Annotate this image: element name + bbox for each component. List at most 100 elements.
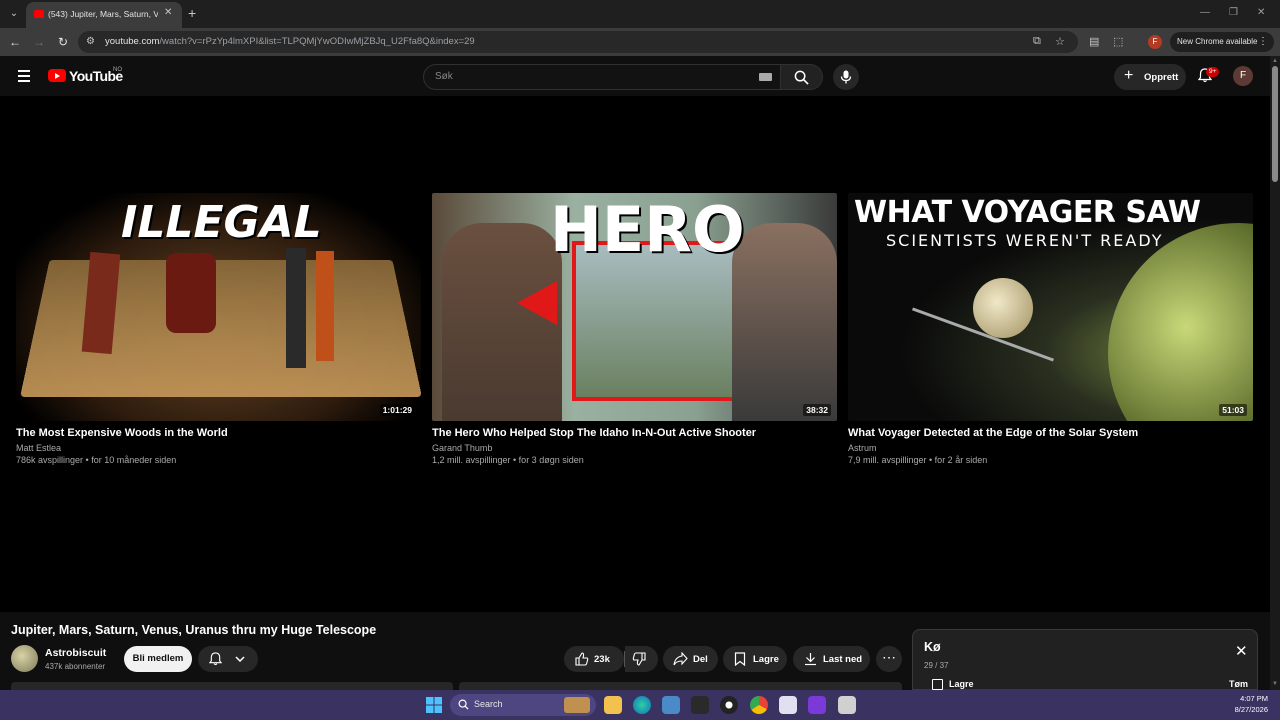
update-chrome-button[interactable]: New Chrome available ⋮	[1170, 32, 1274, 52]
chrome-icon[interactable]	[750, 696, 768, 714]
tab-search-icon[interactable]: ⌄	[6, 6, 22, 22]
minimize-icon[interactable]: —	[1200, 7, 1210, 18]
channel-avatar[interactable]	[11, 645, 38, 672]
url-host: youtube.com	[105, 36, 160, 47]
scroll-up-icon[interactable]: ▲	[1272, 58, 1278, 64]
windows-start-icon[interactable]	[426, 697, 442, 713]
video-thumbnail[interactable]: ILLEGAL 1:01:29	[16, 193, 421, 421]
thumbnail-text: WHAT VOYAGER SAW	[854, 195, 1201, 230]
new-tab-icon[interactable]: +	[188, 5, 196, 21]
wood-plank-shape	[286, 248, 306, 368]
queue-clear-button[interactable]: Tøm	[1229, 679, 1248, 689]
video-duration: 1:01:29	[379, 404, 415, 416]
scrollbar-thumb[interactable]	[1272, 66, 1278, 182]
youtube-header: YouTube NO Søk + Opprett 9+ F	[0, 56, 1270, 96]
close-icon[interactable]: ✕	[1235, 644, 1248, 659]
bookmark-icon	[734, 652, 746, 666]
youtube-logo-icon[interactable]	[48, 69, 66, 82]
voyager-dish-shape	[973, 278, 1033, 338]
thumbnail-text: HERO	[550, 193, 745, 266]
like-count: 23k	[594, 654, 610, 665]
url-path: /watch?v=rPzYp4lmXPI&list=TLPQMjYwODIwMj…	[159, 36, 475, 47]
subscription-bell-button[interactable]	[198, 646, 258, 672]
like-button[interactable]: 23k	[564, 646, 624, 672]
download-icon	[805, 653, 816, 666]
wood-plank-shape	[316, 251, 334, 361]
tab-groups-icon[interactable]: ▤	[1089, 35, 1099, 48]
install-app-icon[interactable]: ⧉	[1033, 35, 1041, 48]
browser-tab-active[interactable]: (543) Jupiter, Mars, Saturn, Venu ✕	[26, 2, 182, 28]
endscreen-video-card[interactable]: ILLEGAL 1:01:29 The Most Expensive Woods…	[16, 193, 421, 465]
tab-title: (543) Jupiter, Mars, Saturn, Venu	[48, 9, 158, 19]
app-icon[interactable]	[838, 696, 856, 714]
extensions-icon[interactable]: ⬚	[1113, 35, 1123, 48]
forward-arrow-icon[interactable]: →	[31, 34, 47, 50]
windows-taskbar: Search 4:07 PM 8/27/2026	[0, 690, 1280, 720]
planet-shape	[1108, 223, 1253, 421]
description-box[interactable]	[11, 682, 453, 690]
account-avatar[interactable]: F	[1233, 66, 1253, 86]
tab-close-icon[interactable]: ✕	[164, 7, 172, 18]
wood-slab-shape	[166, 253, 216, 333]
address-bar[interactable]: ⚙ youtube.com/watch?v=rPzYp4lmXPI&list=T…	[78, 31, 1078, 53]
back-arrow-icon[interactable]: ←	[7, 34, 23, 50]
search-highlight-icon	[564, 697, 590, 713]
download-button[interactable]: Last ned	[793, 646, 870, 672]
search-input[interactable]: Søk	[423, 64, 781, 90]
system-clock[interactable]: 4:07 PM 8/27/2026	[1228, 693, 1268, 715]
edge-browser-icon[interactable]	[633, 696, 651, 714]
video-thumbnail[interactable]: HERO 38:32	[432, 193, 837, 421]
video-title[interactable]: The Most Expensive Woods in the World	[16, 427, 421, 439]
thumbs-up-icon	[575, 652, 589, 666]
notification-badge: 9+	[1206, 67, 1220, 77]
app-icon[interactable]	[779, 696, 797, 714]
menu-icon[interactable]	[18, 70, 30, 85]
app-icon[interactable]	[662, 696, 680, 714]
thumbnail-subtext: SCIENTISTS WEREN'T READY	[886, 231, 1164, 250]
comments-box[interactable]	[459, 682, 902, 690]
taskbar-search-input[interactable]: Search	[450, 694, 596, 716]
bookmark-star-icon[interactable]: ☆	[1055, 35, 1065, 48]
taskbar-search-placeholder: Search	[474, 699, 503, 709]
chevron-down-icon	[235, 656, 245, 662]
create-button[interactable]: + Opprett	[1114, 64, 1186, 90]
queue-position: 29 / 37	[924, 661, 949, 670]
queue-save-label[interactable]: Lagre	[949, 679, 974, 689]
video-main-title: Jupiter, Mars, Saturn, Venus, Uranus thr…	[11, 623, 377, 637]
video-duration: 38:32	[803, 404, 831, 416]
reload-icon[interactable]: ↻	[55, 34, 71, 50]
endscreen-video-card[interactable]: WHAT VOYAGER SAW SCIENTISTS WEREN'T READ…	[848, 193, 1253, 465]
voice-search-button[interactable]	[833, 64, 859, 90]
channel-name[interactable]: Astrum	[848, 443, 1253, 453]
scroll-down-icon[interactable]: ▼	[1272, 681, 1278, 687]
app-icon[interactable]	[720, 696, 738, 714]
channel-name[interactable]: Garand Thumb	[432, 443, 837, 453]
more-actions-icon[interactable]: ⋯	[876, 646, 902, 672]
video-title[interactable]: What Voyager Detected at the Edge of the…	[848, 427, 1253, 439]
clock-date: 8/27/2026	[1234, 705, 1268, 714]
keyboard-icon[interactable]	[759, 73, 772, 81]
create-label: Opprett	[1144, 72, 1179, 83]
search-button[interactable]	[781, 64, 823, 90]
app-icon[interactable]	[808, 696, 826, 714]
dislike-button[interactable]	[625, 646, 658, 672]
site-info-icon[interactable]: ⚙	[86, 36, 95, 47]
channel-name[interactable]: Matt Estlea	[16, 443, 421, 453]
share-button[interactable]: Del	[663, 646, 718, 672]
window-close-icon[interactable]: ✕	[1257, 7, 1265, 18]
url-text: youtube.com/watch?v=rPzYp4lmXPI&list=TLP…	[105, 36, 475, 47]
restore-icon[interactable]: ❐	[1229, 7, 1238, 18]
join-button[interactable]: Bli medlem	[124, 646, 192, 672]
endscreen-video-card[interactable]: HERO 38:32 The Hero Who Helped Stop The …	[432, 193, 837, 465]
profile-avatar[interactable]: F	[1148, 35, 1162, 49]
video-thumbnail[interactable]: WHAT VOYAGER SAW SCIENTISTS WEREN'T READ…	[848, 193, 1253, 421]
file-explorer-icon[interactable]	[604, 696, 622, 714]
app-icon[interactable]	[691, 696, 709, 714]
save-checkbox[interactable]	[932, 679, 943, 690]
search-placeholder: Søk	[435, 71, 453, 82]
page-scrollbar[interactable]: ▲ ▼	[1270, 56, 1280, 690]
save-button[interactable]: Lagre	[723, 646, 787, 672]
video-title[interactable]: The Hero Who Helped Stop The Idaho In-N-…	[432, 427, 837, 439]
menu-dots-icon[interactable]: ⋮	[1258, 32, 1268, 52]
channel-name[interactable]: Astrobiscuit	[45, 647, 106, 659]
